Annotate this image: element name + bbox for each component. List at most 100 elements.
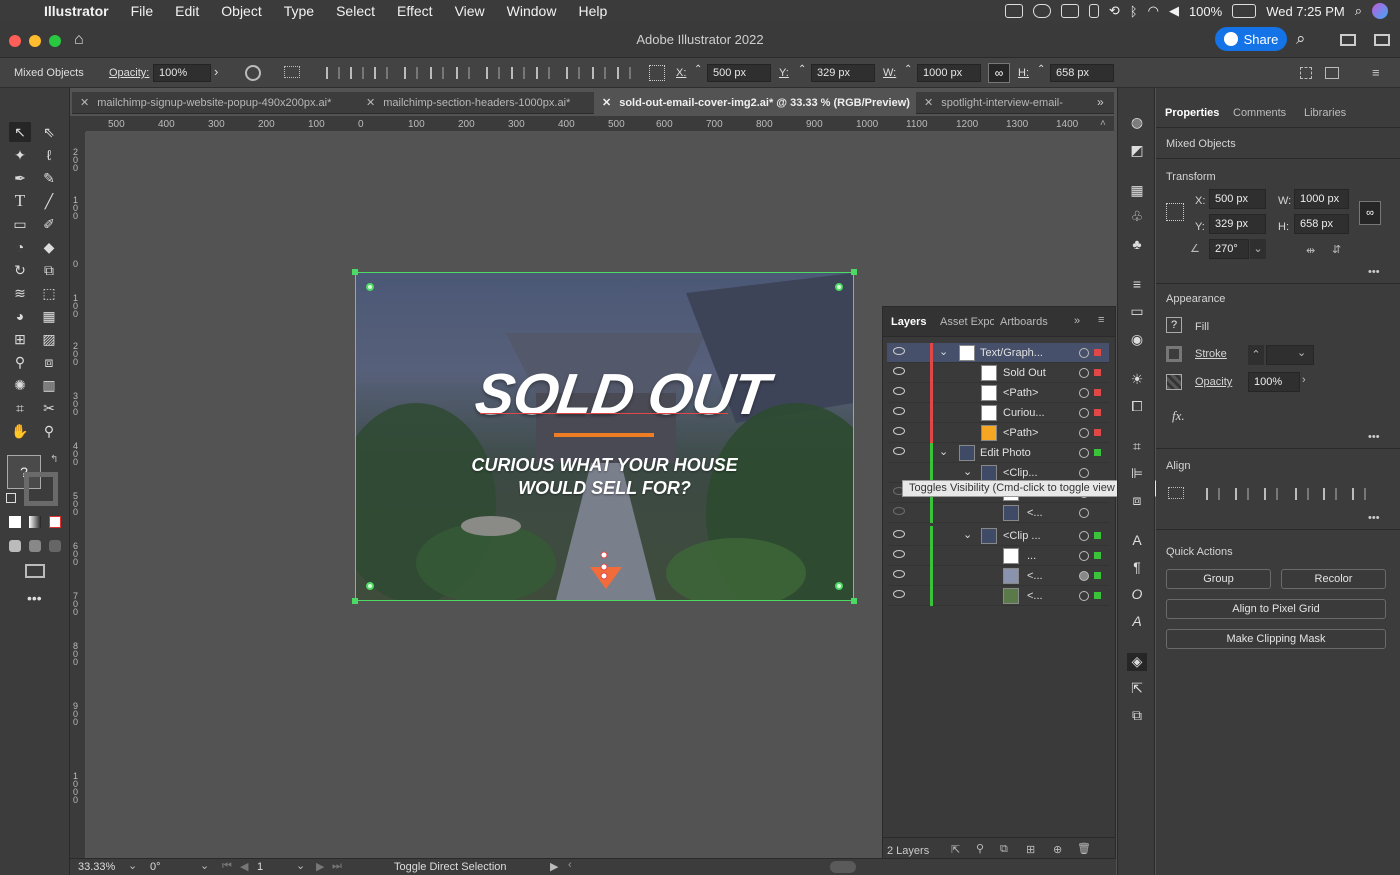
- more-options-icon[interactable]: •••: [1368, 431, 1380, 443]
- constrain-proportions-icon[interactable]: ∞: [1359, 201, 1381, 225]
- layer-row[interactable]: Curiou...: [887, 403, 1109, 423]
- layer-name[interactable]: Text/Graph...: [980, 347, 1043, 359]
- layer-name[interactable]: <...: [1027, 507, 1043, 519]
- layer-name[interactable]: <...: [1027, 570, 1043, 582]
- selection-indicator[interactable]: [1094, 409, 1101, 416]
- rectangle-tool-icon[interactable]: ▭: [9, 214, 31, 234]
- export-icon[interactable]: ⇱: [951, 843, 960, 856]
- close-tab-icon[interactable]: ✕: [80, 97, 89, 109]
- graphic-styles-icon[interactable]: ◩: [1127, 142, 1147, 160]
- wifi-icon[interactable]: ◠: [1148, 3, 1159, 19]
- distribute-left-icon[interactable]: [566, 67, 580, 79]
- volume-icon[interactable]: ◀: [1169, 3, 1179, 19]
- align-left-icon[interactable]: [1206, 488, 1220, 500]
- target-circle-icon[interactable]: [1079, 531, 1089, 541]
- logo-mark-icon[interactable]: [586, 551, 626, 591]
- opacity-label[interactable]: Opacity: [1195, 376, 1232, 388]
- layer-name[interactable]: <...: [1027, 590, 1043, 602]
- perspective-grid-tool-icon[interactable]: ▦: [38, 306, 60, 326]
- opacity-arrow-icon[interactable]: ›: [214, 64, 218, 79]
- collapse-panel-icon[interactable]: »: [1074, 315, 1080, 327]
- tab-artboards[interactable]: Artboards: [1000, 316, 1048, 328]
- selection-tool-icon[interactable]: ↖: [9, 122, 31, 142]
- tab-libraries[interactable]: Libraries: [1304, 107, 1346, 119]
- mesh-tool-icon[interactable]: ⊞: [9, 329, 31, 349]
- menu-help[interactable]: Help: [578, 3, 607, 19]
- y-stepper-icon[interactable]: ⌃: [798, 64, 806, 75]
- orange-divider[interactable]: [554, 433, 654, 437]
- layers-panel-icon[interactable]: ◈: [1127, 653, 1147, 671]
- x-stepper-icon[interactable]: ⌃: [694, 64, 702, 75]
- visibility-eye-icon[interactable]: [893, 367, 905, 375]
- layer-row[interactable]: <Path>: [887, 423, 1109, 443]
- opacity-field[interactable]: 100%: [1248, 372, 1300, 392]
- image-trace-icon[interactable]: ⧠: [1127, 398, 1147, 416]
- transparency-icon[interactable]: ◉: [1127, 331, 1147, 349]
- gradient-tool-icon[interactable]: ▨: [38, 329, 60, 349]
- character-icon[interactable]: A: [1127, 532, 1147, 550]
- subheadline-line-1[interactable]: CURIOUS WHAT YOUR HOUSE: [356, 455, 853, 476]
- target-circle-icon[interactable]: [1079, 508, 1089, 518]
- menu-select[interactable]: Select: [336, 3, 375, 19]
- stroke-label[interactable]: Stroke: [1195, 348, 1227, 360]
- transform-each-icon[interactable]: [1300, 67, 1312, 79]
- recolor-icon[interactable]: [245, 65, 261, 81]
- free-transform-tool-icon[interactable]: ⬚: [38, 283, 60, 303]
- paintbrush-tool-icon[interactable]: ✐: [38, 214, 60, 234]
- gradient-panel-icon[interactable]: ▭: [1127, 303, 1147, 321]
- panel-menu-icon[interactable]: ≡: [1372, 65, 1380, 80]
- none-mode-icon[interactable]: [49, 516, 61, 528]
- visibility-eye-icon[interactable]: [893, 550, 905, 558]
- align-to-icon[interactable]: [284, 66, 300, 78]
- slice-tool-icon[interactable]: ✂: [38, 398, 60, 418]
- group-button[interactable]: Group: [1166, 569, 1271, 589]
- tab-comments[interactable]: Comments: [1233, 107, 1286, 119]
- visibility-eye-icon[interactable]: [893, 530, 905, 538]
- target-circle-icon[interactable]: [1079, 591, 1089, 601]
- selection-indicator[interactable]: [1094, 552, 1101, 559]
- status-message[interactable]: Toggle Direct Selection: [394, 861, 507, 873]
- status-icon[interactable]: [1004, 4, 1023, 18]
- target-circle-icon[interactable]: [1079, 468, 1089, 478]
- menu-view[interactable]: View: [455, 3, 485, 19]
- menu-effect[interactable]: Effect: [397, 3, 433, 19]
- h-field[interactable]: 658 px: [1050, 64, 1114, 82]
- color-mode-icon[interactable]: [9, 516, 21, 528]
- scroll-left-icon[interactable]: ‹: [568, 859, 572, 871]
- more-tabs-icon[interactable]: »: [1097, 95, 1104, 109]
- close-tab-icon[interactable]: ✕: [602, 97, 611, 109]
- share-button[interactable]: Share: [1215, 27, 1287, 51]
- x-field[interactable]: 500 px: [707, 64, 771, 82]
- fill-swatch[interactable]: ?: [1166, 317, 1182, 333]
- distribute-top-icon[interactable]: [486, 67, 500, 79]
- layer-name[interactable]: Sold Out: [1003, 367, 1046, 379]
- target-circle-icon[interactable]: [1079, 388, 1089, 398]
- visibility-eye-icon[interactable]: [893, 407, 905, 415]
- layer-row[interactable]: <...: [887, 586, 1109, 606]
- shape-builder-tool-icon[interactable]: ◕: [9, 306, 31, 326]
- artboard-number[interactable]: 1: [257, 861, 263, 873]
- visibility-eye-icon[interactable]: [893, 590, 905, 598]
- eyedropper-tool-icon[interactable]: ⚲: [9, 352, 31, 372]
- selection-indicator[interactable]: [1094, 592, 1101, 599]
- transform-panel-icon[interactable]: ⌗: [1127, 438, 1147, 456]
- club-icon[interactable]: ♣: [1127, 236, 1147, 254]
- target-circle-icon[interactable]: [1079, 448, 1089, 458]
- opacity-field[interactable]: 100%: [153, 64, 211, 82]
- isolate-icon[interactable]: [1325, 67, 1339, 79]
- rotation-value[interactable]: 0°: [150, 861, 161, 873]
- more-options-icon[interactable]: •••: [1368, 512, 1380, 524]
- align-bottom-icon[interactable]: [456, 67, 470, 79]
- selection-indicator[interactable]: [1094, 389, 1101, 396]
- menu-window[interactable]: Window: [507, 3, 557, 19]
- layer-row[interactable]: <Path>: [887, 383, 1109, 403]
- rotate-tool-icon[interactable]: ↻: [9, 260, 31, 280]
- layer-name[interactable]: <Path>: [1003, 427, 1038, 439]
- layer-row[interactable]: ⌄ Edit Photo: [887, 443, 1109, 463]
- clock[interactable]: Wed 7:25 PM: [1266, 4, 1345, 19]
- visibility-eye-icon[interactable]: [893, 347, 905, 355]
- panel-layout-icon[interactable]: [1374, 34, 1390, 46]
- align-top-icon[interactable]: [1295, 488, 1309, 500]
- draw-inside-icon[interactable]: [49, 540, 61, 552]
- tab-sold-out[interactable]: ✕ sold-out-email-cover-img2.ai* @ 33.33 %…: [594, 92, 916, 114]
